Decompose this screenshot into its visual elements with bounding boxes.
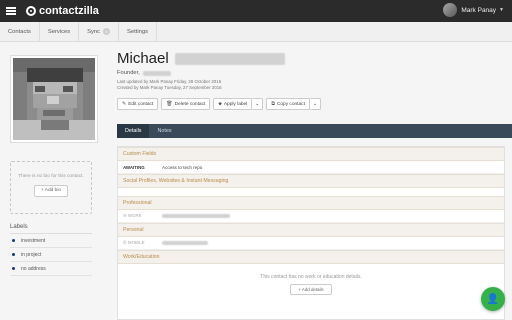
section-professional: Professional xyxy=(118,196,504,210)
mobile-key-label: MOBILE xyxy=(127,240,145,245)
custom-field-row: AWAITING Access to tech repo xyxy=(118,161,504,174)
copy-contact-label: Copy contact xyxy=(276,101,305,107)
contact-photo[interactable] xyxy=(10,55,98,143)
tab-notes[interactable]: Notes xyxy=(149,124,179,138)
redacted-work-email[interactable] xyxy=(162,214,230,218)
work-email-row: ✉ WORK xyxy=(118,210,504,223)
label-dot-icon xyxy=(12,267,15,270)
nav-settings[interactable]: Settings xyxy=(119,21,157,42)
custom-field-value: Access to tech repo xyxy=(162,164,203,170)
redacted-mobile[interactable] xyxy=(162,241,208,245)
labels-heading: Labels xyxy=(10,224,92,234)
bio-empty-text: There is no bio for this contact. xyxy=(18,174,84,179)
redacted-last-name xyxy=(174,52,285,65)
top-bar: contactzilla Mark Panay ▼ xyxy=(0,0,512,22)
contact-first-name: Michael xyxy=(117,50,169,67)
nav-settings-label: Settings xyxy=(127,28,148,35)
work-email-key: ✉ WORK xyxy=(118,213,162,219)
user-menu[interactable]: Mark Panay ▼ xyxy=(443,3,504,17)
bio-placeholder: There is no bio for this contact. + Add … xyxy=(10,161,92,214)
left-panel: There is no bio for this contact. + Add … xyxy=(10,161,92,276)
label-text: investment xyxy=(21,237,46,244)
delete-contact-label: Delete contact xyxy=(174,101,206,107)
apply-label-button[interactable]: ⬥ Apply label xyxy=(213,98,253,110)
mobile-row: ✆ MOBILE xyxy=(118,237,504,250)
chevron-down-icon: ⌄ xyxy=(312,101,317,107)
app-logo[interactable]: contactzilla xyxy=(26,5,99,17)
section-social: Social Profiles, Websites & Instant Mess… xyxy=(118,174,504,188)
add-details-label: Add details xyxy=(301,287,324,292)
label-item[interactable]: in project xyxy=(10,248,92,262)
app-name: contactzilla xyxy=(39,5,99,17)
copy-contact-button[interactable]: ⧉ Copy contact xyxy=(266,98,310,110)
work-key-label: WORK xyxy=(127,213,142,218)
nav-sync[interactable]: Sync 0 xyxy=(79,21,120,42)
label-text: no address xyxy=(21,265,46,272)
apply-label-label: Apply label xyxy=(223,101,248,107)
no-work-text: This contact has no work or education de… xyxy=(260,274,362,280)
add-bio-button[interactable]: + Add bio xyxy=(33,185,69,197)
custom-field-key: AWAITING xyxy=(123,164,145,170)
label-text: in project xyxy=(21,251,42,258)
logo-icon xyxy=(26,6,36,16)
menu-icon[interactable] xyxy=(6,7,16,15)
redacted-company xyxy=(142,70,171,76)
section-work-education: Work/Education xyxy=(118,250,504,264)
label-item[interactable]: investment xyxy=(10,234,92,248)
nav-contacts-label: Contacts xyxy=(8,28,31,35)
created-info: Created by Mark Panay Tuesday, 27 Septem… xyxy=(117,84,222,90)
avatar xyxy=(443,3,458,17)
edit-contact-button[interactable]: ✎ Edit contact xyxy=(117,98,159,110)
edit-contact-label: Edit contact xyxy=(128,101,154,107)
section-custom-fields: Custom Fields xyxy=(118,147,504,161)
nav-contacts[interactable]: Contacts xyxy=(0,21,40,42)
nav-services-label: Services xyxy=(47,28,71,35)
pencil-icon: ✎ xyxy=(122,101,127,107)
contact-title: Founder, xyxy=(117,70,140,76)
section-personal: Personal xyxy=(118,223,504,237)
chevron-down-icon: ▼ xyxy=(499,7,504,13)
add-bio-label: Add bio xyxy=(44,188,62,193)
apply-label-dropdown[interactable]: ⌄ xyxy=(252,98,264,110)
copy-contact-dropdown[interactable]: ⌄ xyxy=(309,98,321,110)
sub-nav: Contacts Services Sync 0 Settings xyxy=(0,21,512,42)
copy-icon: ⧉ xyxy=(271,101,275,107)
nav-services[interactable]: Services xyxy=(40,21,80,42)
trash-icon: 🗑 xyxy=(166,101,173,107)
tag-icon: ⬥ xyxy=(218,101,222,107)
nav-sync-label: Sync xyxy=(87,28,101,35)
add-details-button[interactable]: + Add details xyxy=(290,284,332,295)
add-contact-fab[interactable]: 👤 xyxy=(481,287,505,311)
label-dot-icon xyxy=(12,253,15,256)
user-name: Mark Panay xyxy=(461,6,497,14)
detail-tabs: Details Notes xyxy=(117,124,512,138)
tab-details[interactable]: Details xyxy=(117,124,150,138)
label-dot-icon xyxy=(12,239,15,242)
chevron-down-icon: ⌄ xyxy=(255,101,260,107)
contact-header: Michael Founder, Last updated by Mark Pa… xyxy=(117,50,285,90)
pixelated-avatar xyxy=(13,58,95,140)
pixel-face-graphic xyxy=(13,58,95,140)
delete-contact-button[interactable]: 🗑 Delete contact xyxy=(161,98,211,110)
add-user-icon: 👤 xyxy=(486,293,500,305)
details-panel: Custom Fields AWAITING Access to tech re… xyxy=(117,146,505,320)
action-bar: ✎ Edit contact 🗑 Delete contact ⬥ Apply lab… xyxy=(117,98,324,110)
mobile-key: ✆ MOBILE xyxy=(118,240,162,246)
label-item[interactable]: no address xyxy=(10,262,92,276)
sync-badge: 0 xyxy=(103,28,111,35)
